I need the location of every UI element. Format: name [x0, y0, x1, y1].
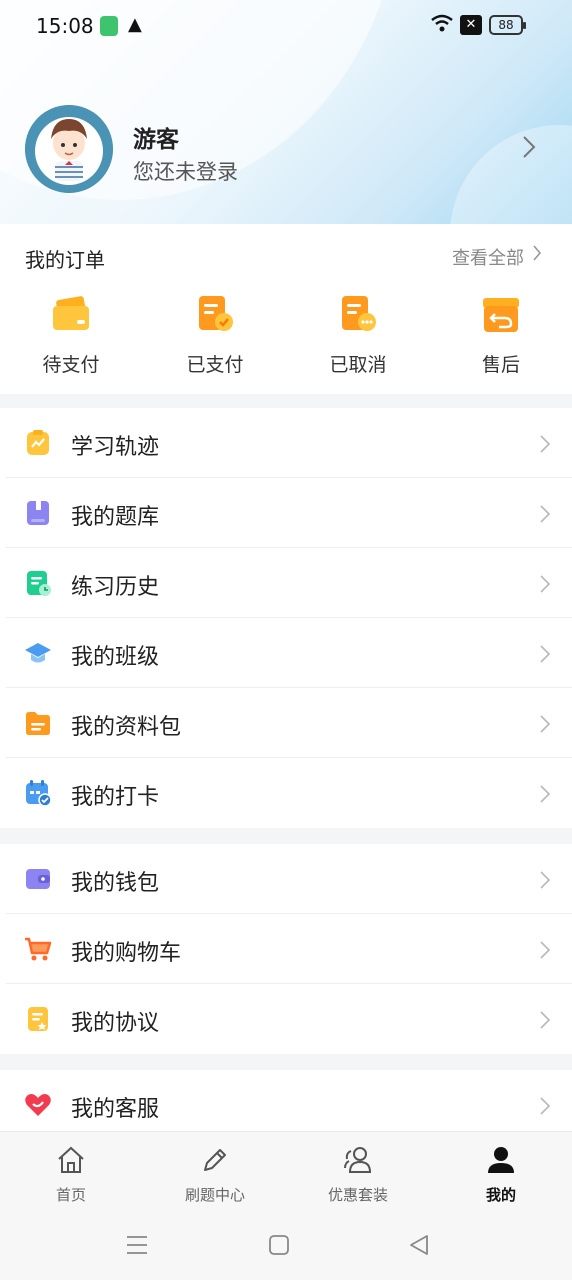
chevron-right-icon [540, 505, 551, 523]
cancelled-document-icon [342, 296, 376, 331]
chevron-right-icon [540, 1097, 551, 1115]
chevron-right-icon [540, 1011, 551, 1029]
menu-item-label: 我的资料包 [71, 715, 182, 740]
tab-label: 首页 [55, 1186, 86, 1204]
home-icon [58, 1146, 84, 1173]
graduation-cap-icon [25, 643, 51, 663]
back-icon[interactable] [408, 1234, 430, 1256]
chevron-right-icon[interactable] [532, 244, 542, 262]
wallet-icon [26, 869, 50, 889]
menu-item-check-in[interactable]: 我的打卡 [6, 758, 572, 828]
menu-item-label: 练习历史 [71, 575, 160, 600]
profile-row[interactable]: 游客 您还未登录 [0, 100, 572, 200]
system-nav-bar [0, 1211, 572, 1280]
menu-item-customer-service[interactable]: 我的客服 [6, 1070, 572, 1140]
tab-label: 优惠套装 [327, 1186, 388, 1204]
my-page: 15:08 ▲ ✕ 88 游客 您还未登录 我的订单 查看全部 待支付 已支付 … [0, 0, 572, 1280]
chevron-right-icon [540, 575, 551, 593]
cart-icon [25, 937, 52, 961]
menu-item-label: 我的题库 [71, 505, 160, 530]
sim-icon [100, 16, 118, 36]
order-paid[interactable]: 已支付 [165, 294, 265, 377]
chevron-right-icon [540, 785, 551, 803]
tab-practice-center[interactable]: 刷题中心 [160, 1144, 270, 1205]
menu-item-shopping-cart[interactable]: 我的购物车 [6, 914, 572, 984]
order-item-label: 待支付 [42, 354, 100, 376]
warning-icon: ▲ [128, 14, 142, 35]
order-item-label: 已取消 [329, 354, 387, 376]
paid-document-icon [199, 296, 233, 331]
view-all-orders-link[interactable]: 查看全部 [452, 244, 524, 270]
status-bar: 15:08 ▲ ✕ 88 [0, 0, 572, 52]
menu-item-learning-track[interactable]: 学习轨迹 [6, 408, 572, 478]
chevron-right-icon [540, 715, 551, 733]
tab-home[interactable]: 首页 [16, 1144, 126, 1205]
profile-subtitle: 您还未登录 [133, 160, 238, 184]
order-item-label: 已支付 [186, 354, 244, 376]
battery-indicator: 88 [489, 15, 526, 35]
notification-x-icon: ✕ [460, 15, 482, 35]
order-pending-payment[interactable]: 待支付 [21, 294, 121, 377]
menu-item-label: 学习轨迹 [71, 435, 160, 460]
question-bank-icon [27, 501, 49, 525]
order-item-label: 售后 [481, 354, 520, 376]
home-square-icon[interactable] [268, 1234, 290, 1256]
menu-item-label: 我的客服 [71, 1097, 160, 1122]
chevron-right-icon [540, 871, 551, 889]
menu-item-label: 我的打卡 [71, 785, 160, 810]
menu-group-study: 学习轨迹 我的题库 练习历史 我的班级 我的资料包 我的打卡 [0, 408, 572, 828]
heart-support-icon [25, 1094, 51, 1116]
profile-header: 15:08 ▲ ✕ 88 游客 您还未登录 [0, 0, 572, 224]
menu-item-label: 我的班级 [71, 645, 160, 670]
chart-clipboard-icon [27, 430, 49, 455]
tab-mine[interactable]: 我的 [446, 1144, 556, 1205]
avatar[interactable] [25, 105, 113, 193]
tab-label: 刷题中心 [184, 1186, 245, 1204]
return-box-icon [483, 298, 519, 332]
person-icon [488, 1147, 514, 1173]
folder-icon [26, 712, 50, 735]
calendar-check-icon [26, 780, 52, 807]
menu-item-practice-history[interactable]: 练习历史 [6, 548, 572, 618]
history-document-icon [27, 571, 51, 596]
orders-section: 我的订单 查看全部 待支付 已支付 已取消 售后 [0, 224, 572, 394]
chevron-right-icon [540, 435, 551, 453]
menu-item-label: 我的购物车 [71, 941, 182, 966]
chevron-right-icon [540, 645, 551, 663]
tab-discount-packages[interactable]: 优惠套装 [303, 1144, 413, 1205]
menu-icon[interactable] [126, 1234, 148, 1256]
chevron-right-icon[interactable] [522, 135, 536, 159]
pencil-icon [204, 1149, 226, 1171]
wallet-card-icon [53, 296, 89, 330]
order-after-sales[interactable]: 售后 [451, 294, 551, 377]
menu-group-account: 我的钱包 我的购物车 我的协议 [0, 844, 572, 1054]
chevron-right-icon [540, 941, 551, 959]
menu-group-support: 我的客服 [0, 1070, 572, 1140]
menu-item-label: 我的钱包 [71, 871, 160, 896]
menu-item-my-class[interactable]: 我的班级 [6, 618, 572, 688]
menu-item-wallet[interactable]: 我的钱包 [6, 844, 572, 914]
agreement-icon [28, 1007, 48, 1031]
menu-item-label: 我的协议 [71, 1011, 160, 1036]
avatar-illustration [25, 105, 113, 193]
order-cancelled[interactable]: 已取消 [308, 294, 408, 377]
tab-label: 我的 [485, 1186, 516, 1204]
profile-name: 游客 [133, 127, 179, 153]
wifi-icon [431, 14, 453, 32]
menu-item-question-bank[interactable]: 我的题库 [6, 478, 572, 548]
menu-item-material-pack[interactable]: 我的资料包 [6, 688, 572, 758]
status-time: 15:08 [36, 14, 94, 38]
orders-title: 我的订单 [25, 248, 105, 272]
menu-item-agreement[interactable]: 我的协议 [6, 984, 572, 1054]
bottom-tab-bar: 首页 刷题中心 优惠套装 我的 [0, 1131, 572, 1211]
users-icon [344, 1147, 372, 1173]
